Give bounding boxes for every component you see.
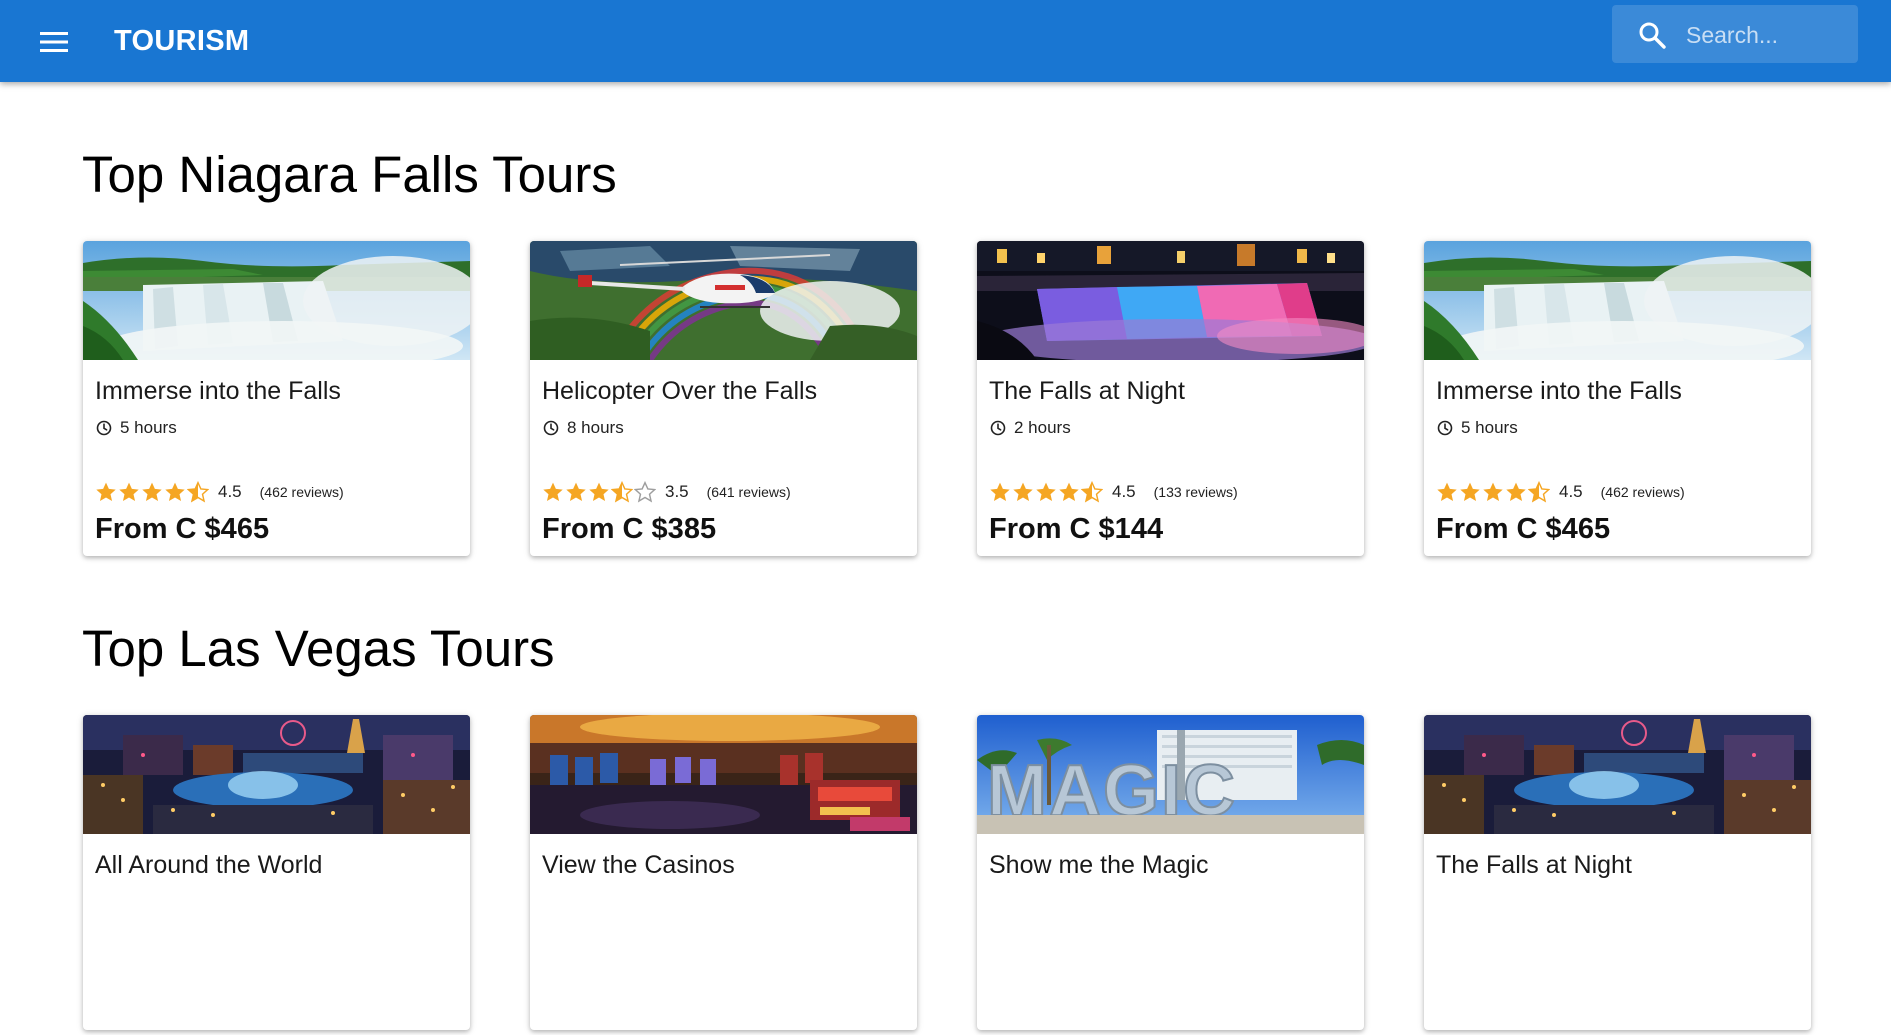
tour-title: Immerse into the Falls: [1436, 377, 1682, 405]
rating-stars: [542, 481, 657, 503]
tour-image: [977, 241, 1364, 360]
tour-rating: 4.5 (133 reviews): [989, 481, 1238, 503]
tour-title: Helicopter Over the Falls: [542, 377, 818, 405]
tour-rating: 4.5 (462 reviews): [95, 481, 344, 503]
star-filled-icon: [543, 482, 563, 502]
tour-duration: 2 hours: [990, 418, 1071, 438]
tour-price: From C $144: [989, 513, 1164, 545]
clock-icon: [1437, 420, 1453, 436]
menu-icon: [40, 32, 68, 52]
tour-card[interactable]: MAGIC Show me the Magic: [977, 715, 1364, 1030]
star-filled-icon: [1036, 482, 1056, 502]
niagara-falls-day-image: [83, 241, 470, 360]
tour-duration: 8 hours: [543, 418, 624, 438]
rating-value: 4.5: [1559, 482, 1583, 501]
rating-stars: [1436, 481, 1551, 503]
star-filled-icon: [96, 482, 116, 502]
star-filled-icon: [1460, 482, 1480, 502]
rating-value: 4.5: [1112, 482, 1136, 501]
tour-rating: 4.5 (462 reviews): [1436, 481, 1685, 503]
app-bar: TOURISM: [0, 0, 1891, 82]
casino-floor-image: [530, 715, 917, 834]
tour-duration: 5 hours: [96, 418, 177, 438]
tour-image: [1424, 241, 1811, 360]
star-filled-icon: [1483, 482, 1503, 502]
duration-text: 2 hours: [1014, 418, 1071, 437]
tour-card[interactable]: The Falls at Night: [1424, 715, 1811, 1030]
review-count: (133 reviews): [1153, 484, 1238, 500]
clock-icon: [990, 420, 1006, 436]
star-half-icon: [187, 481, 209, 503]
tour-price: From C $465: [1436, 513, 1611, 545]
tour-card[interactable]: View the Casinos: [530, 715, 917, 1030]
tour-card[interactable]: The Falls at Night 2 hours 4.5 (133 revie…: [977, 241, 1364, 556]
clock-icon: [96, 420, 112, 436]
duration-text: 5 hours: [1461, 418, 1518, 437]
helicopter-rainbow-image: [530, 241, 917, 360]
tour-card[interactable]: Immerse into the Falls 5 hours 4.5 (462 r…: [1424, 241, 1811, 556]
tour-title: The Falls at Night: [989, 377, 1185, 405]
star-filled-icon: [1013, 482, 1033, 502]
duration-text: 5 hours: [120, 418, 177, 437]
section-title-las-vegas: Top Las Vegas Tours: [82, 620, 555, 677]
star-empty-icon: [634, 481, 656, 503]
duration-text: 8 hours: [567, 418, 624, 437]
tour-image: [83, 715, 470, 834]
tour-image: MAGIC: [977, 715, 1364, 834]
falls-night-lights-image: [977, 241, 1364, 360]
star-filled-icon: [1059, 482, 1079, 502]
tour-image: [1424, 715, 1811, 834]
tour-image: [530, 241, 917, 360]
menu-button[interactable]: [34, 22, 74, 62]
tour-cards-las-vegas: All Around the World View the Casinos MA…: [83, 715, 1813, 1035]
star-filled-icon: [1506, 482, 1526, 502]
star-filled-icon: [165, 482, 185, 502]
rating-stars: [95, 481, 210, 503]
star-half-icon: [1528, 481, 1550, 503]
tour-title: Show me the Magic: [989, 851, 1209, 879]
rating-value: 3.5: [665, 482, 689, 501]
tour-rating: 3.5 (641 reviews): [542, 481, 791, 503]
review-count: (462 reviews): [259, 484, 344, 500]
star-filled-icon: [119, 482, 139, 502]
star-filled-icon: [1437, 482, 1457, 502]
niagara-falls-day-image: [1424, 241, 1811, 360]
tour-image: [83, 241, 470, 360]
tour-title: Immerse into the Falls: [95, 377, 341, 405]
star-filled-icon: [566, 482, 586, 502]
tour-card[interactable]: All Around the World: [83, 715, 470, 1030]
tour-title: The Falls at Night: [1436, 851, 1632, 879]
rating-value: 4.5: [218, 482, 242, 501]
app-title: TOURISM: [114, 25, 250, 57]
review-count: (462 reviews): [1600, 484, 1685, 500]
star-filled-icon: [142, 482, 162, 502]
magic-sign-image: MAGIC: [977, 715, 1364, 834]
review-count: (641 reviews): [706, 484, 791, 500]
tour-cards-niagara: Immerse into the Falls 5 hours 4.5 (462 r…: [83, 241, 1813, 561]
star-filled-icon: [990, 482, 1010, 502]
section-title-niagara: Top Niagara Falls Tours: [82, 146, 617, 203]
clock-icon: [543, 420, 559, 436]
search-icon: [1639, 22, 1666, 49]
tour-price: From C $465: [95, 513, 270, 545]
tour-duration: 5 hours: [1437, 418, 1518, 438]
vegas-strip-night-image: [1424, 715, 1811, 834]
tour-card[interactable]: Helicopter Over the Falls 8 hours 3.5 (64…: [530, 241, 917, 556]
search-box[interactable]: [1612, 5, 1858, 65]
rating-stars: [989, 481, 1104, 503]
tour-title: All Around the World: [95, 851, 323, 879]
star-half-icon: [1081, 481, 1103, 503]
vegas-strip-night-image: [83, 715, 470, 834]
tour-card[interactable]: Immerse into the Falls 5 hours 4.5 (462 r…: [83, 241, 470, 556]
star-half-icon: [611, 481, 633, 503]
tour-price: From C $385: [542, 513, 717, 545]
star-filled-icon: [589, 482, 609, 502]
search-input[interactable]: [1684, 5, 1848, 65]
tour-title: View the Casinos: [542, 851, 735, 879]
tour-image: [530, 715, 917, 834]
